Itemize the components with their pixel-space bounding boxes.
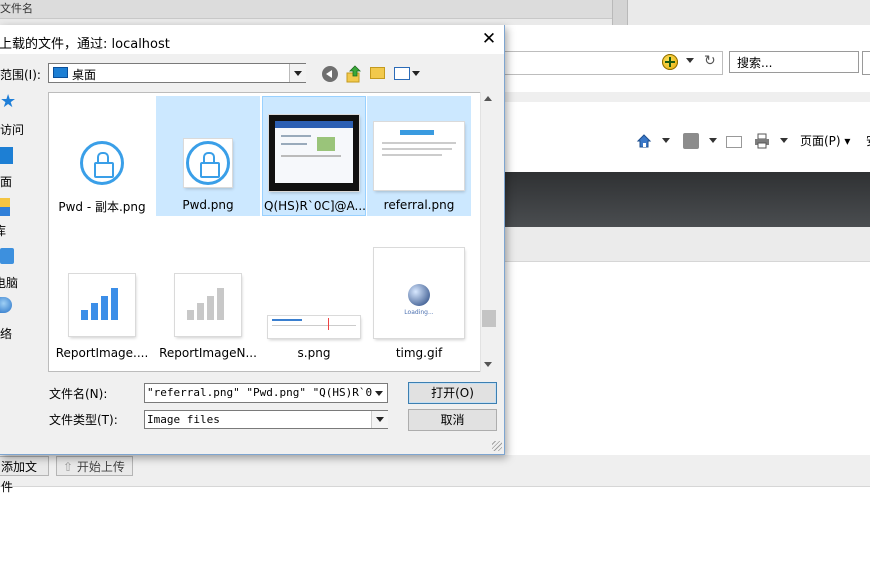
print-dropdown-icon[interactable] bbox=[780, 138, 788, 143]
place-desktop[interactable]: 桌面 bbox=[0, 173, 12, 190]
browser-top-tab-strip bbox=[0, 0, 612, 19]
feed-icon[interactable] bbox=[683, 133, 699, 149]
file-name: referral.png bbox=[383, 198, 455, 212]
browser-splitter[interactable] bbox=[612, 0, 628, 25]
lookin-value: 桌面 bbox=[72, 68, 97, 82]
dialog-title: 选择要上载的文件，通过: localhost bbox=[0, 37, 170, 52]
file-name: ReportImage.... bbox=[55, 346, 149, 360]
search-input[interactable]: 搜索... bbox=[729, 51, 859, 73]
refresh-icon[interactable]: ↻ bbox=[704, 54, 718, 68]
up-folder-icon[interactable] bbox=[346, 65, 362, 83]
place-network[interactable]: 网络 bbox=[0, 325, 12, 342]
print-icon[interactable] bbox=[754, 133, 770, 149]
file-name: timg.gif bbox=[395, 346, 443, 360]
filetype-select[interactable]: Image files bbox=[144, 410, 388, 429]
back-icon[interactable] bbox=[322, 66, 338, 82]
computer-icon[interactable] bbox=[0, 248, 14, 264]
document-thumbnail bbox=[374, 122, 464, 190]
file-item[interactable]: ReportImageN... bbox=[156, 244, 260, 364]
libraries-icon[interactable] bbox=[0, 198, 10, 216]
filename-dropdown-icon[interactable] bbox=[372, 384, 387, 402]
start-upload-button[interactable]: ⇧ 开始上传 bbox=[56, 456, 133, 476]
filename-input[interactable]: "referral.png" "Pwd.png" "Q(HS)R`0C]@A bbox=[144, 383, 388, 403]
add-file-button[interactable]: 添加文件 bbox=[0, 456, 49, 494]
vertical-scrollbar[interactable] bbox=[480, 92, 497, 372]
view-menu-icon[interactable] bbox=[394, 67, 410, 80]
resize-grip[interactable] bbox=[492, 441, 502, 451]
lookin-dropdown-icon[interactable] bbox=[289, 64, 306, 82]
file-item[interactable]: Loading... timg.gif bbox=[367, 244, 471, 364]
site-subheader bbox=[504, 227, 870, 262]
file-item[interactable]: Pwd - 副本.png bbox=[50, 96, 154, 216]
home-icon[interactable] bbox=[636, 133, 652, 149]
file-item[interactable]: ReportImage.... bbox=[50, 244, 154, 364]
chart-icon-blue bbox=[69, 274, 135, 336]
lock-icon bbox=[78, 139, 126, 187]
compatibility-icon[interactable] bbox=[662, 54, 678, 70]
address-dropdown-icon[interactable] bbox=[686, 58, 694, 63]
lock-icon bbox=[184, 139, 232, 187]
tab-band bbox=[504, 92, 870, 102]
recent-star-icon[interactable]: ★ bbox=[0, 93, 16, 111]
home-dropdown-icon[interactable] bbox=[662, 138, 670, 143]
filename-label: 文件名(N): bbox=[49, 387, 108, 401]
file-name: Pwd - 副本.png bbox=[58, 200, 146, 214]
file-name: s.png bbox=[297, 346, 331, 360]
file-item[interactable]: Q(HS)R`0C]@A... bbox=[262, 96, 366, 216]
loading-thumbnail: Loading... bbox=[374, 248, 464, 338]
address-bar[interactable] bbox=[504, 51, 723, 75]
new-folder-icon[interactable] bbox=[370, 67, 385, 79]
file-name: Q(HS)R`0C]@A... bbox=[264, 199, 366, 213]
mail-icon[interactable] bbox=[726, 136, 742, 148]
scroll-down-icon[interactable] bbox=[484, 362, 492, 367]
search-box-edge bbox=[862, 51, 870, 75]
file-item[interactable]: Pwd.png bbox=[156, 96, 260, 216]
safety-menu-fragment[interactable]: 安 bbox=[866, 132, 870, 149]
place-computer[interactable]: 此电脑 bbox=[0, 274, 18, 291]
site-header-band bbox=[504, 172, 870, 227]
screenshot-thumbnail bbox=[269, 115, 359, 191]
place-recent[interactable]: 最近访问 bbox=[0, 121, 24, 138]
filetype-dropdown-icon[interactable] bbox=[371, 411, 388, 428]
web-page-thumbnail bbox=[268, 316, 360, 338]
file-item[interactable]: s.png bbox=[262, 244, 366, 364]
file-name: Pwd.png bbox=[182, 198, 234, 212]
file-item[interactable]: referral.png bbox=[367, 96, 471, 216]
desktop-icon bbox=[53, 67, 68, 78]
view-dropdown-icon[interactable] bbox=[412, 71, 420, 76]
open-button[interactable]: 打开(O) bbox=[408, 382, 497, 404]
lookin-label: 查找范围(I): bbox=[0, 68, 41, 82]
file-name: ReportImageN... bbox=[159, 346, 257, 360]
scroll-up-icon[interactable] bbox=[484, 96, 492, 101]
filetype-label: 文件类型(T): bbox=[49, 413, 118, 427]
upload-arrow-icon: ⇧ bbox=[63, 460, 77, 474]
place-libraries[interactable]: 库 bbox=[0, 222, 6, 239]
chart-icon-grey bbox=[175, 274, 241, 336]
page-menu[interactable]: 页面(P) ▾ bbox=[800, 132, 850, 149]
browser-top-fragment: 文件名 bbox=[0, 2, 33, 15]
scroll-thumb[interactable] bbox=[482, 310, 496, 327]
desktop-icon[interactable] bbox=[0, 147, 13, 164]
cancel-button[interactable]: 取消 bbox=[408, 409, 497, 431]
close-button[interactable]: ✕ bbox=[476, 27, 502, 51]
start-upload-label: 开始上传 bbox=[76, 460, 125, 474]
feed-dropdown-icon[interactable] bbox=[709, 138, 717, 143]
